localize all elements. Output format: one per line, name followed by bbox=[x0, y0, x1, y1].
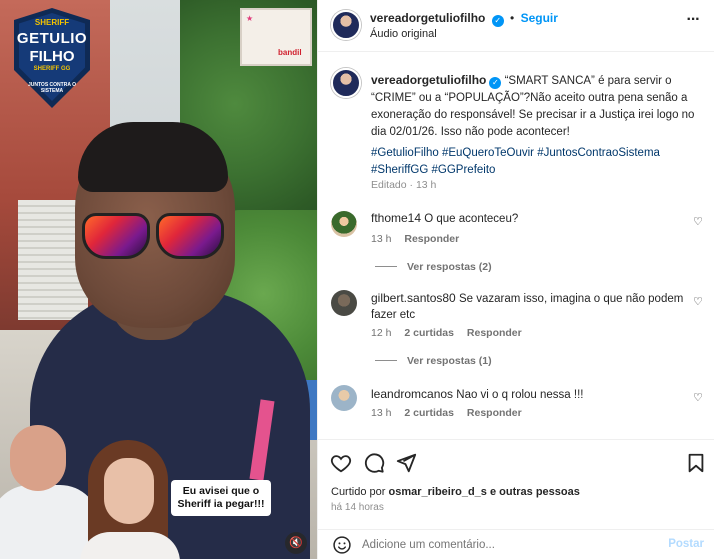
comment-like-heart-icon[interactable]: ♡ bbox=[693, 392, 705, 404]
sheriff-logo-badge: SHERIFF GETULIO FILHO SHERIFF GG JUNTOS … bbox=[14, 8, 90, 108]
author-username[interactable]: vereadorgetuliofilho bbox=[370, 11, 485, 25]
inset-woman bbox=[80, 440, 180, 559]
video-street-sign: ★ bandil bbox=[240, 8, 312, 66]
comment-avatar[interactable] bbox=[331, 385, 357, 411]
comment: fthome14 O que aconteceu? bbox=[371, 210, 691, 227]
emoji-icon[interactable] bbox=[332, 535, 352, 555]
view-replies[interactable]: Ver respostas (1) bbox=[375, 355, 492, 367]
badge-sub-text: SHERIFF GG bbox=[33, 66, 71, 72]
view-replies-label[interactable]: Ver respostas (2) bbox=[407, 261, 492, 273]
more-options-icon[interactable]: ··· bbox=[685, 12, 701, 30]
comment-meta: 13 h Responder bbox=[371, 233, 469, 245]
comment: gilbert.santos80 Se vazaram isso, imagin… bbox=[371, 290, 691, 323]
comment: leandromcanos Nao vi o q rolou nessa !!! bbox=[371, 386, 691, 403]
follow-button[interactable]: Seguir bbox=[521, 11, 558, 25]
bookmark-save-icon[interactable] bbox=[685, 452, 707, 474]
caption: vereadorgetuliofilho ✓ “SMART SANCA” é pa… bbox=[371, 72, 705, 141]
comment-like-count[interactable]: 2 curtidas bbox=[404, 407, 454, 419]
comment-meta: 12 h 2 curtidas Responder bbox=[371, 327, 532, 339]
liked-by-suffix[interactable]: e outras pessoas bbox=[490, 486, 580, 498]
comment-username[interactable]: fthome14 bbox=[371, 211, 421, 225]
sign-text: bandil bbox=[278, 48, 302, 57]
author-avatar[interactable] bbox=[331, 10, 361, 40]
badge-bottom-text: JUNTOS CONTRA O SISTEMA bbox=[27, 82, 77, 94]
verified-badge-icon: ✓ bbox=[491, 15, 504, 27]
comment-time: 13 h bbox=[371, 407, 392, 419]
reply-button[interactable]: Responder bbox=[404, 233, 459, 245]
caption-username[interactable]: vereadorgetuliofilho bbox=[371, 73, 486, 87]
comment-avatar[interactable] bbox=[331, 211, 357, 237]
badge-line1: GETULIO bbox=[16, 30, 88, 47]
audio-link[interactable]: Áudio original bbox=[370, 28, 437, 40]
comment-text: Nao vi o q rolou nessa !!! bbox=[456, 389, 584, 401]
caption-edited-time: Editado · 13 h bbox=[371, 179, 437, 191]
caption-hashtags[interactable]: #GetulioFilho #EuQueroTeOuvir #JuntosCon… bbox=[371, 145, 705, 179]
post-actions: Curtido por osmar_ribeiro_d_s e outras p… bbox=[318, 439, 714, 529]
comment-like-count[interactable]: 2 curtidas bbox=[404, 327, 454, 339]
posted-ago: há 14 horas bbox=[331, 502, 384, 513]
share-send-icon[interactable] bbox=[395, 452, 417, 474]
comment-like-heart-icon[interactable]: ♡ bbox=[693, 216, 705, 228]
person-hair bbox=[78, 122, 228, 192]
speaker-muted-icon: 🔇 bbox=[289, 537, 303, 549]
post-details-panel: vereadorgetuliofilho ✓ • Seguir Áudio or… bbox=[317, 0, 714, 559]
separator-dot: • bbox=[510, 11, 515, 25]
badge-top-text: SHERIFF bbox=[34, 18, 70, 27]
comment-meta: 13 h 2 curtidas Responder bbox=[371, 407, 532, 419]
comment-like-heart-icon[interactable]: ♡ bbox=[693, 296, 705, 308]
post-comment-button[interactable]: Postar bbox=[668, 538, 704, 550]
mute-button[interactable]: 🔇 bbox=[285, 532, 307, 554]
sunglasses bbox=[82, 213, 227, 263]
inset-man bbox=[0, 425, 100, 559]
liked-by-prefix: Curtido por bbox=[331, 486, 386, 498]
comment-username[interactable]: leandromcanos bbox=[371, 387, 453, 401]
comment-time: 12 h bbox=[371, 327, 392, 339]
view-replies[interactable]: Ver respostas (2) bbox=[375, 261, 492, 273]
replies-divider bbox=[375, 360, 397, 361]
reply-button[interactable]: Responder bbox=[467, 327, 522, 339]
comment-bubble-icon[interactable] bbox=[363, 452, 385, 474]
liked-by: Curtido por osmar_ribeiro_d_s e outras p… bbox=[331, 486, 580, 498]
comment-text: O que aconteceu? bbox=[424, 213, 519, 225]
speech-caption: Eu avisei que o Sheriff ia pegar!!! bbox=[171, 480, 271, 516]
liked-by-user[interactable]: osmar_ribeiro_d_s bbox=[388, 486, 486, 498]
add-comment-bar: Postar bbox=[318, 529, 714, 559]
reply-button[interactable]: Responder bbox=[467, 407, 522, 419]
verified-badge-icon: ✓ bbox=[489, 77, 502, 89]
comment-avatar[interactable] bbox=[331, 290, 357, 316]
comment-time: 13 h bbox=[371, 233, 392, 245]
comment-input[interactable] bbox=[362, 536, 652, 554]
caption-author-avatar[interactable] bbox=[331, 68, 361, 98]
view-replies-label[interactable]: Ver respostas (1) bbox=[407, 355, 492, 367]
reel-video[interactable]: ★ bandil SHERIFF GETULIO FILHO SHERIFF G… bbox=[0, 0, 317, 559]
comment-username[interactable]: gilbert.santos80 bbox=[371, 291, 456, 305]
like-heart-icon[interactable] bbox=[330, 452, 352, 474]
replies-divider bbox=[375, 266, 397, 267]
badge-line2: FILHO bbox=[29, 48, 75, 65]
post-header: vereadorgetuliofilho ✓ • Seguir Áudio or… bbox=[318, 0, 714, 52]
